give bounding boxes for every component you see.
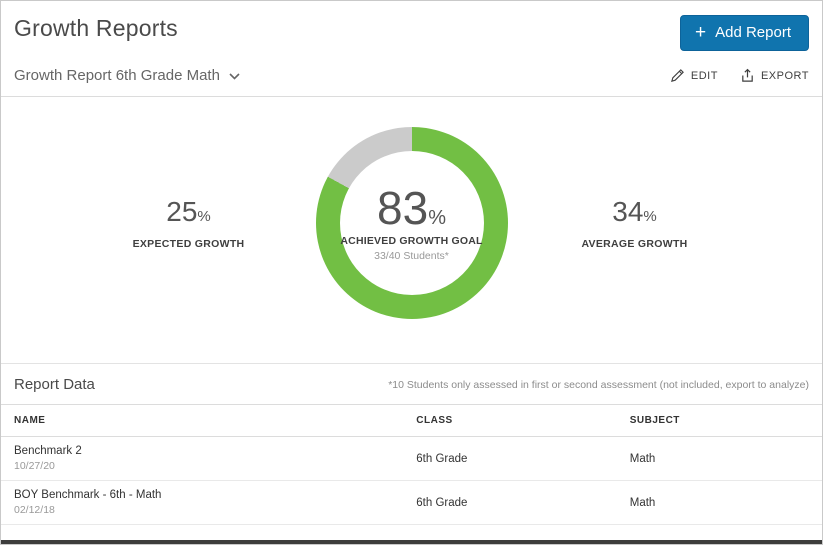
expected-growth-value: 25% [166, 196, 211, 227]
report-class: 6th Grade [403, 436, 617, 481]
section-title: Report Data [14, 376, 95, 393]
report-table: NAME CLASS SUBJECT Benchmark 2 10/27/20 … [1, 404, 822, 525]
table-row[interactable]: BOY Benchmark - 6th - Math 02/12/18 6th … [1, 480, 822, 525]
export-label: EXPORT [760, 69, 809, 82]
average-growth-value: 34% [612, 196, 657, 227]
achieved-growth-sublabel: 33/40 Students* [374, 249, 449, 262]
report-toolbar: Growth Report 6th Grade Math EDIT EXPORT [1, 51, 822, 97]
column-header-class: CLASS [403, 404, 617, 437]
add-report-button[interactable]: + Add Report [680, 15, 809, 51]
report-date: 10/27/20 [14, 460, 55, 472]
report-date: 02/12/18 [14, 504, 55, 516]
growth-chart-area: 25% EXPECTED GROWTH 83% ACHIEVED GROWTH … [1, 97, 822, 363]
report-name[interactable]: Benchmark 2 [14, 445, 390, 457]
column-header-name: NAME [1, 404, 404, 437]
report-name[interactable]: BOY Benchmark - 6th - Math [14, 489, 390, 501]
export-button[interactable]: EXPORT [740, 68, 809, 83]
report-selector-dropdown[interactable]: Growth Report 6th Grade Math [14, 67, 240, 84]
chevron-down-icon [229, 67, 240, 84]
add-report-label: Add Report [715, 24, 791, 41]
pencil-icon [670, 68, 685, 83]
report-subject: Math [616, 436, 822, 481]
achieved-growth-value: 83% [377, 181, 446, 234]
bottom-edge [1, 540, 822, 544]
growth-donut-chart: 83% ACHIEVED GROWTH GOAL 33/40 Students* [315, 127, 508, 319]
export-icon [740, 68, 755, 83]
average-growth-label: AVERAGE GROWTH [581, 238, 688, 250]
table-header-row: NAME CLASS SUBJECT [1, 404, 822, 437]
table-row[interactable]: Benchmark 2 10/27/20 6th Grade Math [1, 436, 822, 481]
toolbar-actions: EDIT EXPORT [670, 68, 809, 83]
expected-growth-stat: 25% EXPECTED GROWTH [114, 196, 264, 250]
donut-center: 83% ACHIEVED GROWTH GOAL 33/40 Students* [339, 151, 484, 295]
edit-button[interactable]: EDIT [670, 68, 718, 83]
page-header: Growth Reports + Add Report [1, 1, 822, 51]
growth-reports-page: Growth Reports + Add Report Growth Repor… [0, 0, 823, 545]
column-header-subject: SUBJECT [616, 404, 822, 437]
report-subject: Math [616, 480, 822, 525]
average-growth-stat: 34% AVERAGE GROWTH [560, 196, 710, 250]
edit-label: EDIT [690, 69, 718, 82]
expected-growth-label: EXPECTED GROWTH [132, 238, 245, 250]
assessment-note: *10 Students only assessed in first or s… [388, 378, 809, 391]
report-selector-label: Growth Report 6th Grade Math [14, 67, 220, 84]
report-class: 6th Grade [403, 480, 617, 525]
page-title: Growth Reports [14, 15, 178, 41]
plus-icon: + [695, 22, 707, 43]
report-data-header: Report Data *10 Students only assessed i… [1, 363, 822, 404]
achieved-growth-label: ACHIEVED GROWTH GOAL [340, 234, 483, 247]
